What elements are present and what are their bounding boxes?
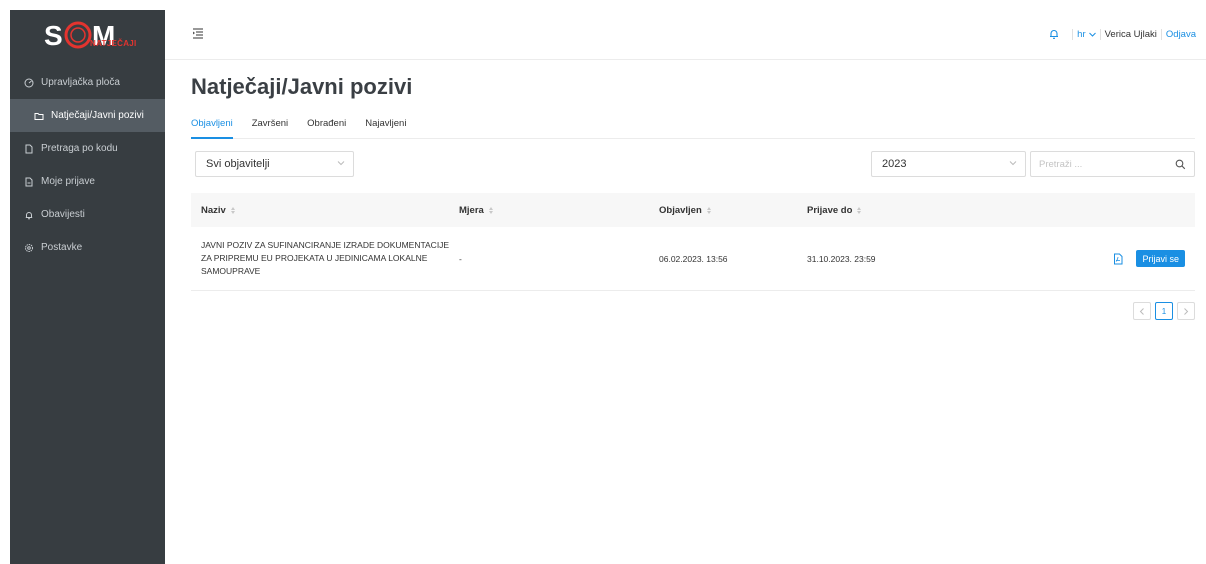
app-logo[interactable]: S M NATJEČAJI — [10, 10, 165, 60]
column-label: Naziv — [201, 204, 226, 216]
cell-prijave-do: 31.10.2023. 23:59 — [807, 253, 876, 264]
column-header-naziv[interactable]: Naziv — [191, 205, 459, 216]
sidebar-nav: Upravljačka ploča Natječaji/Javni pozivi… — [10, 66, 165, 264]
logout-link[interactable]: Odjava — [1166, 29, 1196, 40]
cell-mjera: - — [459, 253, 462, 264]
sidebar-item-label: Obavijesti — [41, 209, 85, 220]
folder-icon — [32, 109, 46, 123]
tab-zavrseni[interactable]: Završeni — [252, 114, 288, 138]
competitions-table: Naziv Mjera Objavljen Prijave do JAVNI P… — [191, 193, 1195, 291]
sidebar-item-label: Upravljačka ploča — [41, 77, 120, 88]
user-name: Verica Ujlaki — [1104, 28, 1157, 40]
language-selector[interactable]: hr — [1077, 28, 1096, 40]
chevron-down-icon — [1009, 161, 1017, 166]
sort-icon — [230, 206, 235, 214]
tab-obradeni[interactable]: Obrađeni — [307, 114, 346, 138]
sidebar-item-label: Natječaji/Javni pozivi — [51, 110, 144, 121]
header-divider — [1099, 28, 1101, 40]
pagination: 1 — [191, 302, 1195, 320]
search-input[interactable] — [1031, 158, 1171, 170]
sidebar: S M NATJEČAJI Upravljačka ploča Natječaj… — [10, 10, 165, 564]
document-icon — [22, 142, 36, 156]
logo-subtitle: NATJEČAJI — [90, 39, 137, 48]
sidebar-item-dashboard[interactable]: Upravljačka ploča — [10, 66, 165, 99]
header-divider — [1160, 28, 1162, 40]
tab-najavljeni[interactable]: Najavljeni — [365, 114, 406, 138]
sidebar-item-obavijesti[interactable]: Obavijesti — [10, 198, 165, 231]
column-header-objavljen[interactable]: Objavljen — [659, 205, 807, 216]
next-page-button[interactable] — [1177, 302, 1195, 320]
chevron-down-icon — [337, 161, 345, 166]
notification-bell-icon[interactable] — [1048, 28, 1060, 40]
year-select-value: 2023 — [882, 158, 907, 170]
filter-bar: Svi objavitelji 2023 — [191, 139, 1195, 181]
sort-icon — [488, 206, 493, 214]
cell-objavljen: 06.02.2023. 13:56 — [659, 253, 728, 264]
table-header: Naziv Mjera Objavljen Prijave do — [191, 193, 1195, 227]
apply-button[interactable]: Prijavi se — [1136, 250, 1185, 267]
publisher-select[interactable]: Svi objavitelji — [195, 151, 354, 177]
page-title: Natječaji/Javni pozivi — [191, 74, 413, 99]
status-tabs: Objavljeni Završeni Obrađeni Najavljeni — [191, 114, 1195, 139]
sidebar-item-label: Postavke — [41, 242, 83, 253]
menu-toggle-icon[interactable] — [191, 26, 205, 40]
column-header-prijave-do[interactable]: Prijave do — [807, 205, 1007, 216]
top-header: hr Verica Ujlaki Odjava — [165, 10, 1206, 60]
document-edit-icon — [22, 175, 36, 189]
column-label: Objavljen — [659, 204, 702, 216]
publisher-select-value: Svi objavitelji — [206, 158, 270, 170]
sidebar-item-label: Moje prijave — [41, 176, 95, 187]
prev-page-button[interactable] — [1133, 302, 1151, 320]
dashboard-icon — [22, 76, 36, 90]
search-box — [1030, 151, 1195, 177]
sidebar-item-label: Pretraga po kodu — [41, 143, 118, 154]
sidebar-item-postavke[interactable]: Postavke — [10, 231, 165, 264]
column-label: Prijave do — [807, 204, 853, 216]
chevron-down-icon — [1088, 32, 1096, 37]
cell-naziv[interactable]: JAVNI POZIV ZA SUFINANCIRANJE IZRADE DOK… — [191, 239, 459, 278]
sidebar-item-moje-prijave[interactable]: Moje prijave — [10, 165, 165, 198]
header-actions: hr Verica Ujlaki Odjava — [1048, 28, 1196, 40]
bell-icon — [22, 208, 36, 222]
sort-icon — [857, 206, 862, 214]
chevron-right-icon — [1184, 307, 1189, 315]
sidebar-item-natjecaji[interactable]: Natječaji/Javni pozivi — [10, 99, 165, 132]
cell-actions: Prijavi se — [1007, 250, 1195, 267]
sidebar-item-pretraga[interactable]: Pretraga po kodu — [10, 132, 165, 165]
search-icon[interactable] — [1175, 159, 1186, 170]
language-label: hr — [1077, 28, 1086, 40]
header-divider — [1072, 28, 1074, 40]
column-header-mjera[interactable]: Mjera — [459, 205, 659, 216]
chevron-left-icon — [1139, 307, 1144, 315]
svg-text:S: S — [44, 20, 63, 51]
table-row: JAVNI POZIV ZA SUFINANCIRANJE IZRADE DOK… — [191, 227, 1195, 291]
pdf-document-icon[interactable] — [1112, 253, 1124, 265]
tab-objavljeni[interactable]: Objavljeni — [191, 114, 233, 139]
page-button-current[interactable]: 1 — [1155, 302, 1173, 320]
sort-icon — [706, 206, 711, 214]
column-label: Mjera — [459, 204, 484, 216]
year-select[interactable]: 2023 — [871, 151, 1026, 177]
gear-icon — [22, 241, 36, 255]
main-content: Natječaji/Javni pozivi Objavljeni Završe… — [191, 60, 1195, 320]
